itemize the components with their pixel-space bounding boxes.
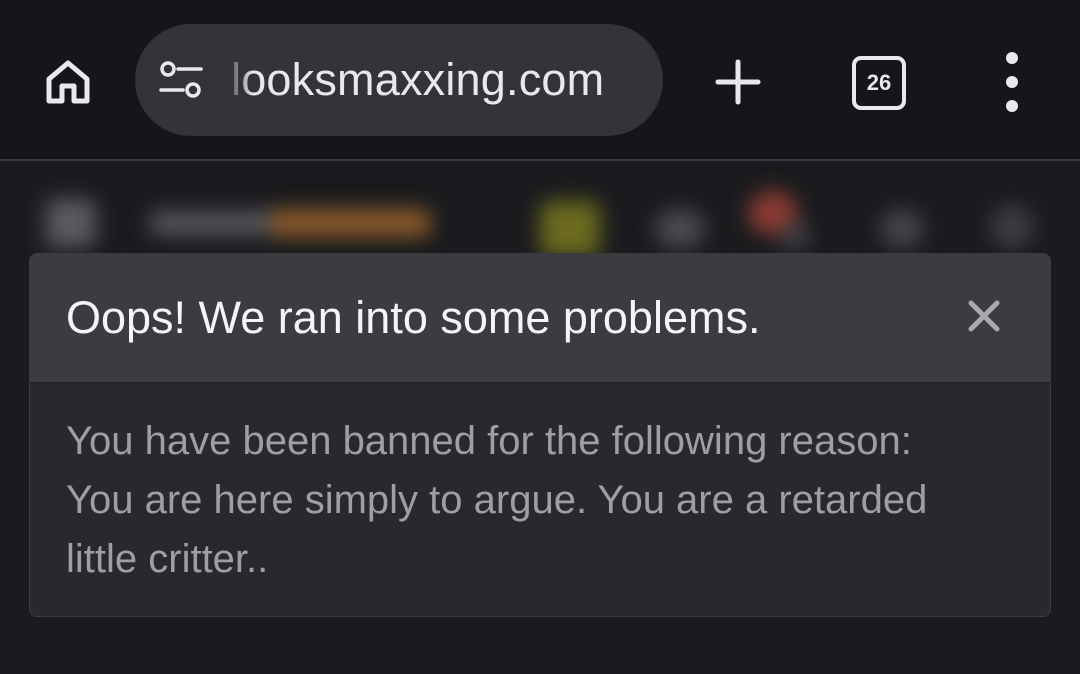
browser-toolbar: looksmaxxing.com 26 xyxy=(0,0,1080,161)
more-vert-icon[interactable] xyxy=(990,52,1034,112)
dialog-message: You have been banned for the following r… xyxy=(66,412,1006,589)
tune-icon[interactable] xyxy=(157,60,205,100)
tab-switcher-button[interactable]: 26 xyxy=(852,56,906,110)
close-button[interactable] xyxy=(962,294,1006,338)
dialog-title: Oops! We ran into some problems. xyxy=(66,292,761,343)
dialog-header: Oops! We ran into some problems. xyxy=(30,254,1050,384)
url-fade xyxy=(225,44,253,116)
close-icon xyxy=(968,300,1000,332)
message-line: little critter.. xyxy=(66,537,269,581)
error-dialog: Oops! We ran into some problems. You hav… xyxy=(29,253,1051,617)
address-bar[interactable]: looksmaxxing.com xyxy=(135,24,663,136)
url-text[interactable]: looksmaxxing.com xyxy=(231,51,604,109)
menu-dot xyxy=(1006,100,1018,112)
new-tab-button[interactable] xyxy=(706,50,770,114)
home-button[interactable] xyxy=(36,50,100,114)
tab-count: 26 xyxy=(866,70,892,95)
message-line: You have been banned for the following r… xyxy=(66,419,912,463)
home-icon xyxy=(46,60,90,104)
plus-icon xyxy=(715,59,761,105)
menu-dot xyxy=(1006,76,1018,88)
menu-dot xyxy=(1006,52,1018,64)
message-line: You are here simply to argue. You are a … xyxy=(66,478,928,522)
blurred-site-header xyxy=(0,181,1080,261)
